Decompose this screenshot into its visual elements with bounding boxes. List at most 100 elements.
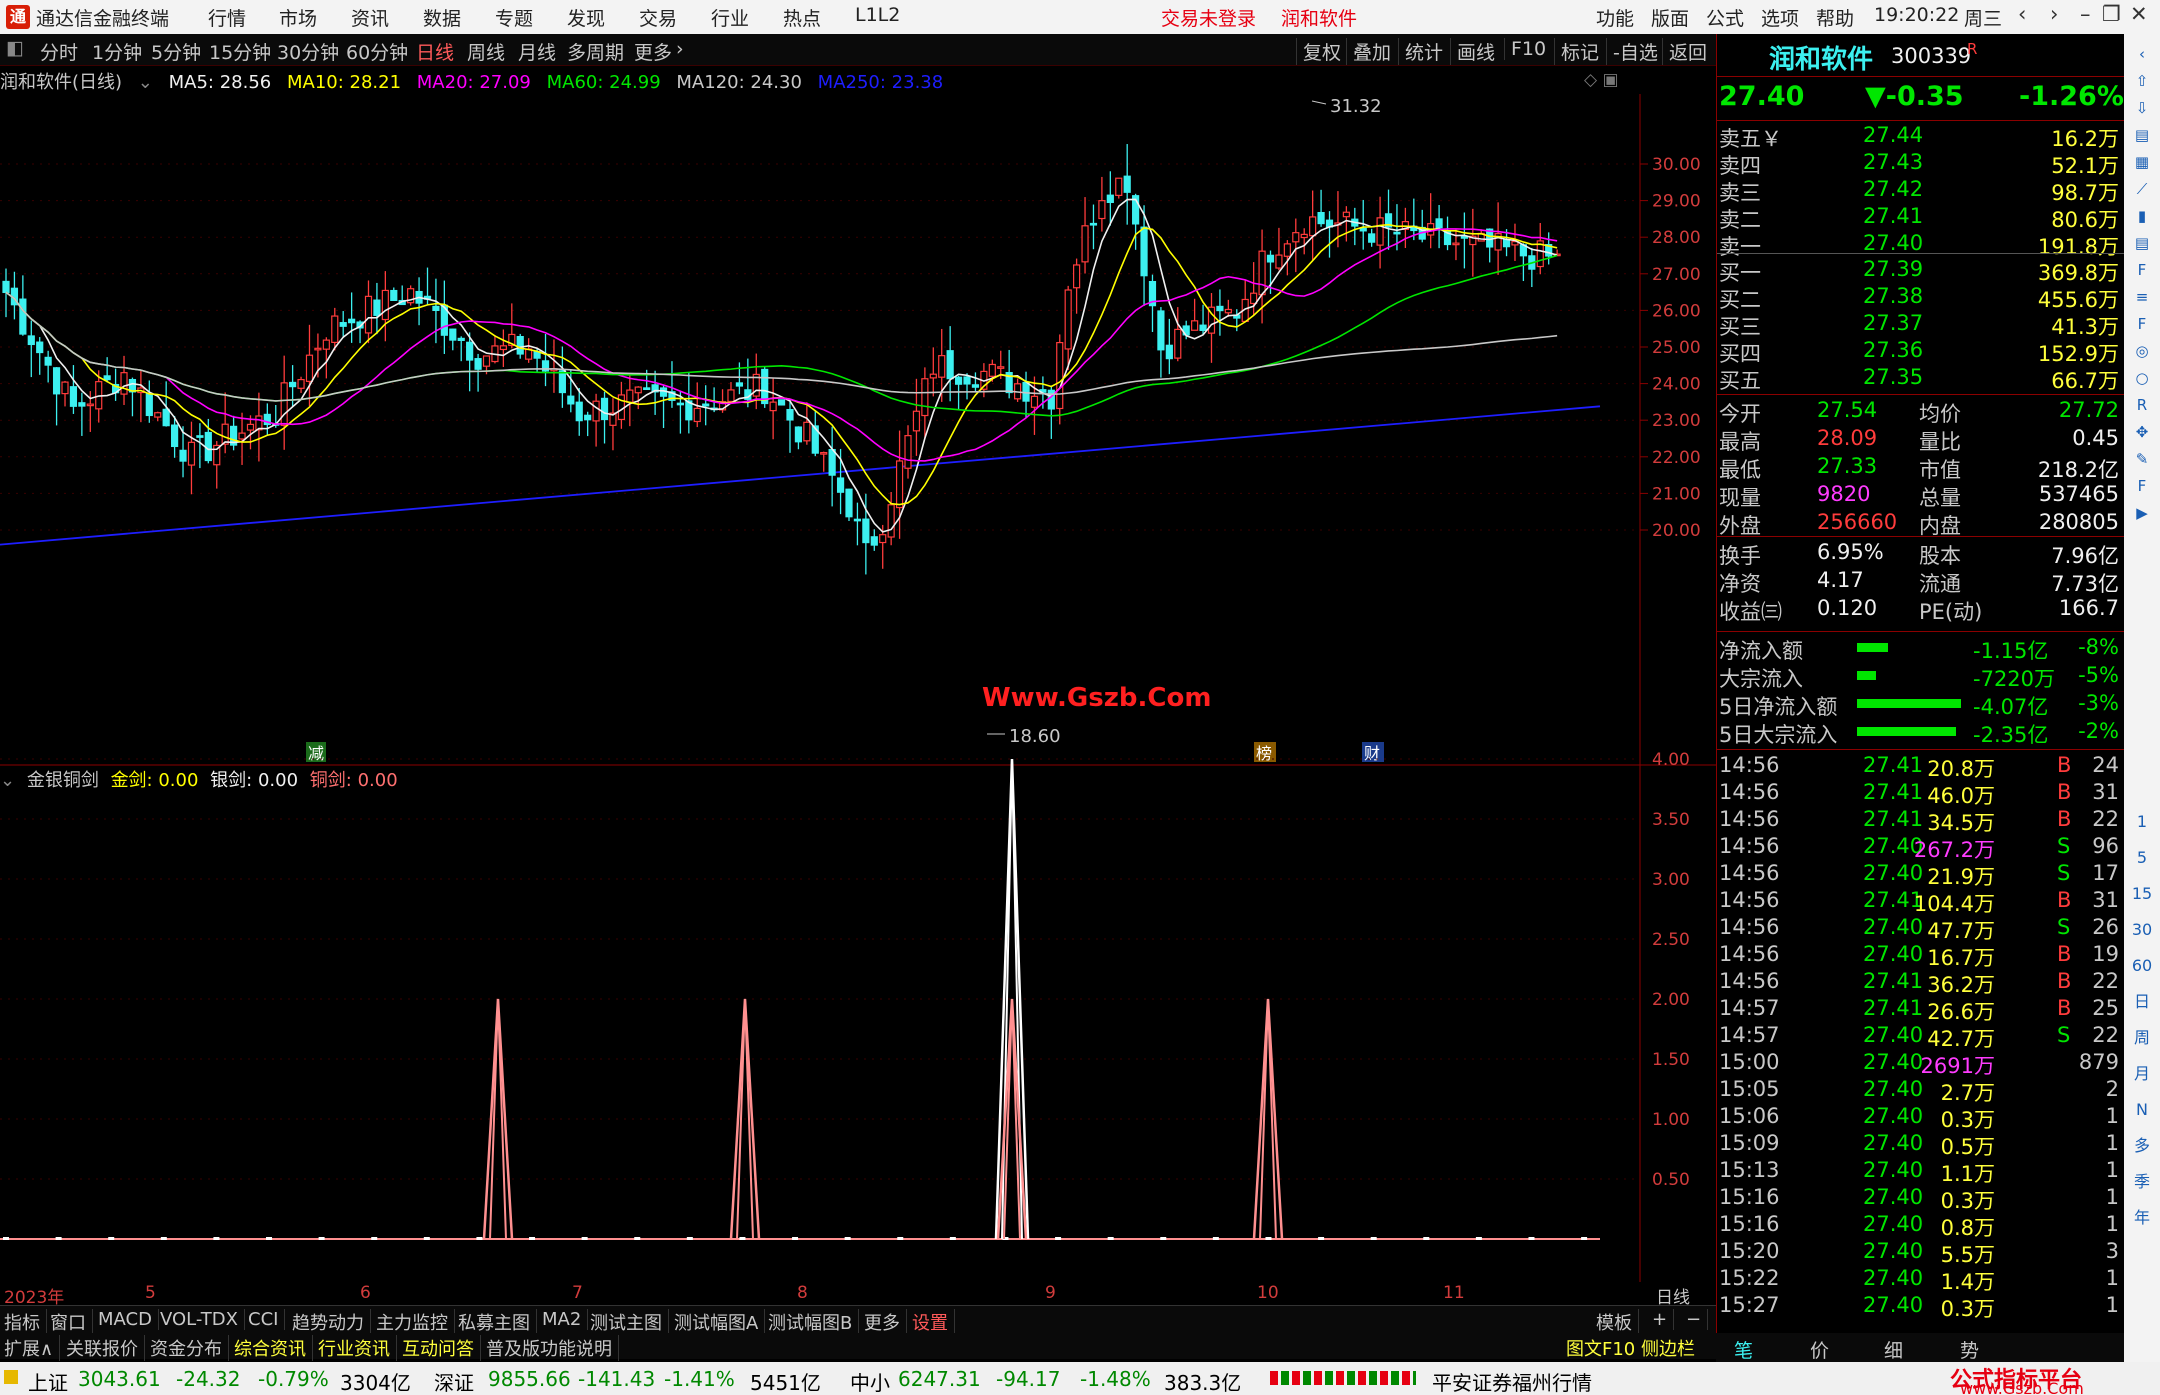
tool-fuquan[interactable]: 复权 [1296,38,1341,65]
menu-xuanxiang[interactable]: 选项 [1761,4,1799,31]
tool-biaoji[interactable]: 标记 [1554,38,1599,65]
tab-weekly[interactable]: 周线 [467,38,505,65]
zx-name[interactable]: 中小 [850,1367,890,1395]
menu-jiaoyi[interactable]: 交易 [639,4,677,31]
chart-option-icons[interactable]: ◇ ▣ [1584,70,1619,90]
side-period-8[interactable]: N [2130,1098,2154,1122]
side-period-1[interactable]: 5 [2130,846,2154,870]
index-toggle-icon[interactable] [4,1370,18,1384]
btab-ceshi-b[interactable]: 测试幅图B [768,1309,860,1335]
menu-faxian[interactable]: 发现 [567,4,605,31]
left-arrow-icon[interactable]: ‹ [2130,42,2154,66]
panel-toggle-icon[interactable]: ◧ [6,37,24,59]
move-icon[interactable]: ✥ [2130,420,2154,444]
tool-diejia[interactable]: 叠加 [1346,38,1391,65]
side-period-2[interactable]: 15 [2130,882,2154,906]
btab-remove[interactable]: − [1686,1309,1709,1330]
side-period-0[interactable]: 1 [2130,810,2154,834]
back-arrow-icon[interactable]: ‹ [2018,2,2026,26]
menu-l1l2[interactable]: L1L2 [855,4,900,26]
candle-icon[interactable]: ▮ [2130,204,2154,228]
rtab-shi[interactable]: 势 [1960,1336,1979,1363]
btab-cci[interactable]: CCI [248,1309,286,1330]
chevron-right-icon[interactable]: › [676,38,684,60]
rtab-xi[interactable]: 细 [1884,1336,1903,1363]
btab-muban[interactable]: 模板 [1596,1309,1639,1335]
menu-bangzhu[interactable]: 帮助 [1816,4,1854,31]
menu-gongneng[interactable]: 功能 [1596,4,1634,31]
tab-monthly[interactable]: 月线 [518,38,556,65]
ext-hangye[interactable]: 行业资讯 [318,1335,397,1361]
side-period-4[interactable]: 60 [2130,954,2154,978]
down-arrow-icon[interactable]: ⇩ [2130,96,2154,120]
ext-guanlian[interactable]: 关联报价 [66,1335,145,1361]
btab-ceshi-zhu[interactable]: 测试主图 [590,1309,669,1335]
menu-redian[interactable]: 热点 [783,4,821,31]
rtab-bi[interactable]: 笔 [1734,1336,1753,1363]
btab-vol[interactable]: VOL-TDX [160,1309,245,1330]
tool-f10[interactable]: F10 [1504,38,1546,60]
btab-chuangkou[interactable]: 窗口 [50,1309,93,1335]
side-period-11[interactable]: 年 [2130,1206,2154,1230]
minimize-icon[interactable]: – [2080,2,2091,26]
tab-fenshi[interactable]: 分时 [40,38,78,65]
btab-ma2[interactable]: MA2 [542,1309,589,1330]
ext-hudong[interactable]: 互动问答 [402,1335,481,1361]
side-period-10[interactable]: 季 [2130,1170,2154,1194]
tool-huaxian[interactable]: 画线 [1450,38,1495,65]
tab-5min[interactable]: 5分钟 [151,38,201,65]
menu-hangqing[interactable]: 行情 [208,4,246,31]
tab-30min[interactable]: 30分钟 [277,38,339,65]
list-icon[interactable]: ≡ [2130,285,2154,309]
rank-icon[interactable]: ◎ [2130,339,2154,363]
side-period-6[interactable]: 周 [2130,1026,2154,1050]
tab-15min[interactable]: 15分钟 [209,38,271,65]
table-icon[interactable]: ▦ [2130,150,2154,174]
ext-shuoming[interactable]: 普及版功能说明 [486,1335,619,1361]
event-cai-label[interactable]: 财 [1364,744,1380,763]
tool-zixuan[interactable]: -自选 [1606,38,1658,65]
tab-more[interactable]: 更多 [634,38,672,65]
menu-zhuanti[interactable]: 专题 [495,4,533,31]
rtab-jia[interactable]: 价 [1810,1336,1829,1363]
tab-multi-period[interactable]: 多周期 [567,38,624,65]
play-icon[interactable]: ▶ [2130,501,2154,525]
fs-icon[interactable]: F [2130,312,2154,336]
rsi-icon[interactable]: R [2130,393,2154,417]
fs2-icon[interactable]: F [2130,474,2154,498]
tab-1min[interactable]: 1分钟 [92,38,142,65]
btab-shezhi[interactable]: 设置 [912,1309,955,1335]
side-period-5[interactable]: 日 [2130,990,2154,1014]
btab-macd[interactable]: MACD [98,1309,159,1330]
restore-icon[interactable]: ❐ [2102,2,2121,26]
close-icon[interactable]: ✕ [2130,2,2148,26]
sh-name[interactable]: 上证 [28,1367,68,1395]
menu-zixun[interactable]: 资讯 [351,4,389,31]
btab-add[interactable]: + [1652,1309,1675,1330]
tab-60min[interactable]: 60分钟 [346,38,408,65]
login-status[interactable]: 交易未登录 [1161,4,1256,31]
event-bang-label[interactable]: 榜 [1256,744,1272,763]
btab-simu[interactable]: 私募主图 [458,1309,537,1335]
sz-name[interactable]: 深证 [434,1367,474,1395]
ext-zonghe[interactable]: 综合资讯 [234,1335,313,1361]
indicator-dropdown-icon[interactable]: ⌄ [0,770,15,791]
pen-icon[interactable]: ✎ [2130,447,2154,471]
up-arrow-icon[interactable]: ⇧ [2130,69,2154,93]
side-period-7[interactable]: 月 [2130,1062,2154,1086]
menu-banmian[interactable]: 版面 [1651,4,1689,31]
forward-arrow-icon[interactable]: › [2050,2,2058,26]
dropdown-icon[interactable]: ⌄ [138,72,153,93]
stock-icon[interactable]: ▤ [2130,123,2154,147]
f10-icon[interactable]: F [2130,258,2154,282]
btab-zhibiao[interactable]: 指标 [4,1309,47,1335]
btab-zhuli[interactable]: 主力监控 [376,1309,455,1335]
tool-fanhui[interactable]: 返回 [1662,38,1707,65]
btab-ceshi-a[interactable]: 测试幅图A [674,1309,766,1335]
event-jian-label[interactable]: 减 [308,744,324,763]
side-period-3[interactable]: 30 [2130,918,2154,942]
news-icon[interactable]: ▤ [2130,231,2154,255]
menu-gongshi[interactable]: 公式 [1706,4,1744,31]
side-period-9[interactable]: 多 [2130,1134,2154,1158]
btab-gengduo[interactable]: 更多 [864,1309,907,1335]
